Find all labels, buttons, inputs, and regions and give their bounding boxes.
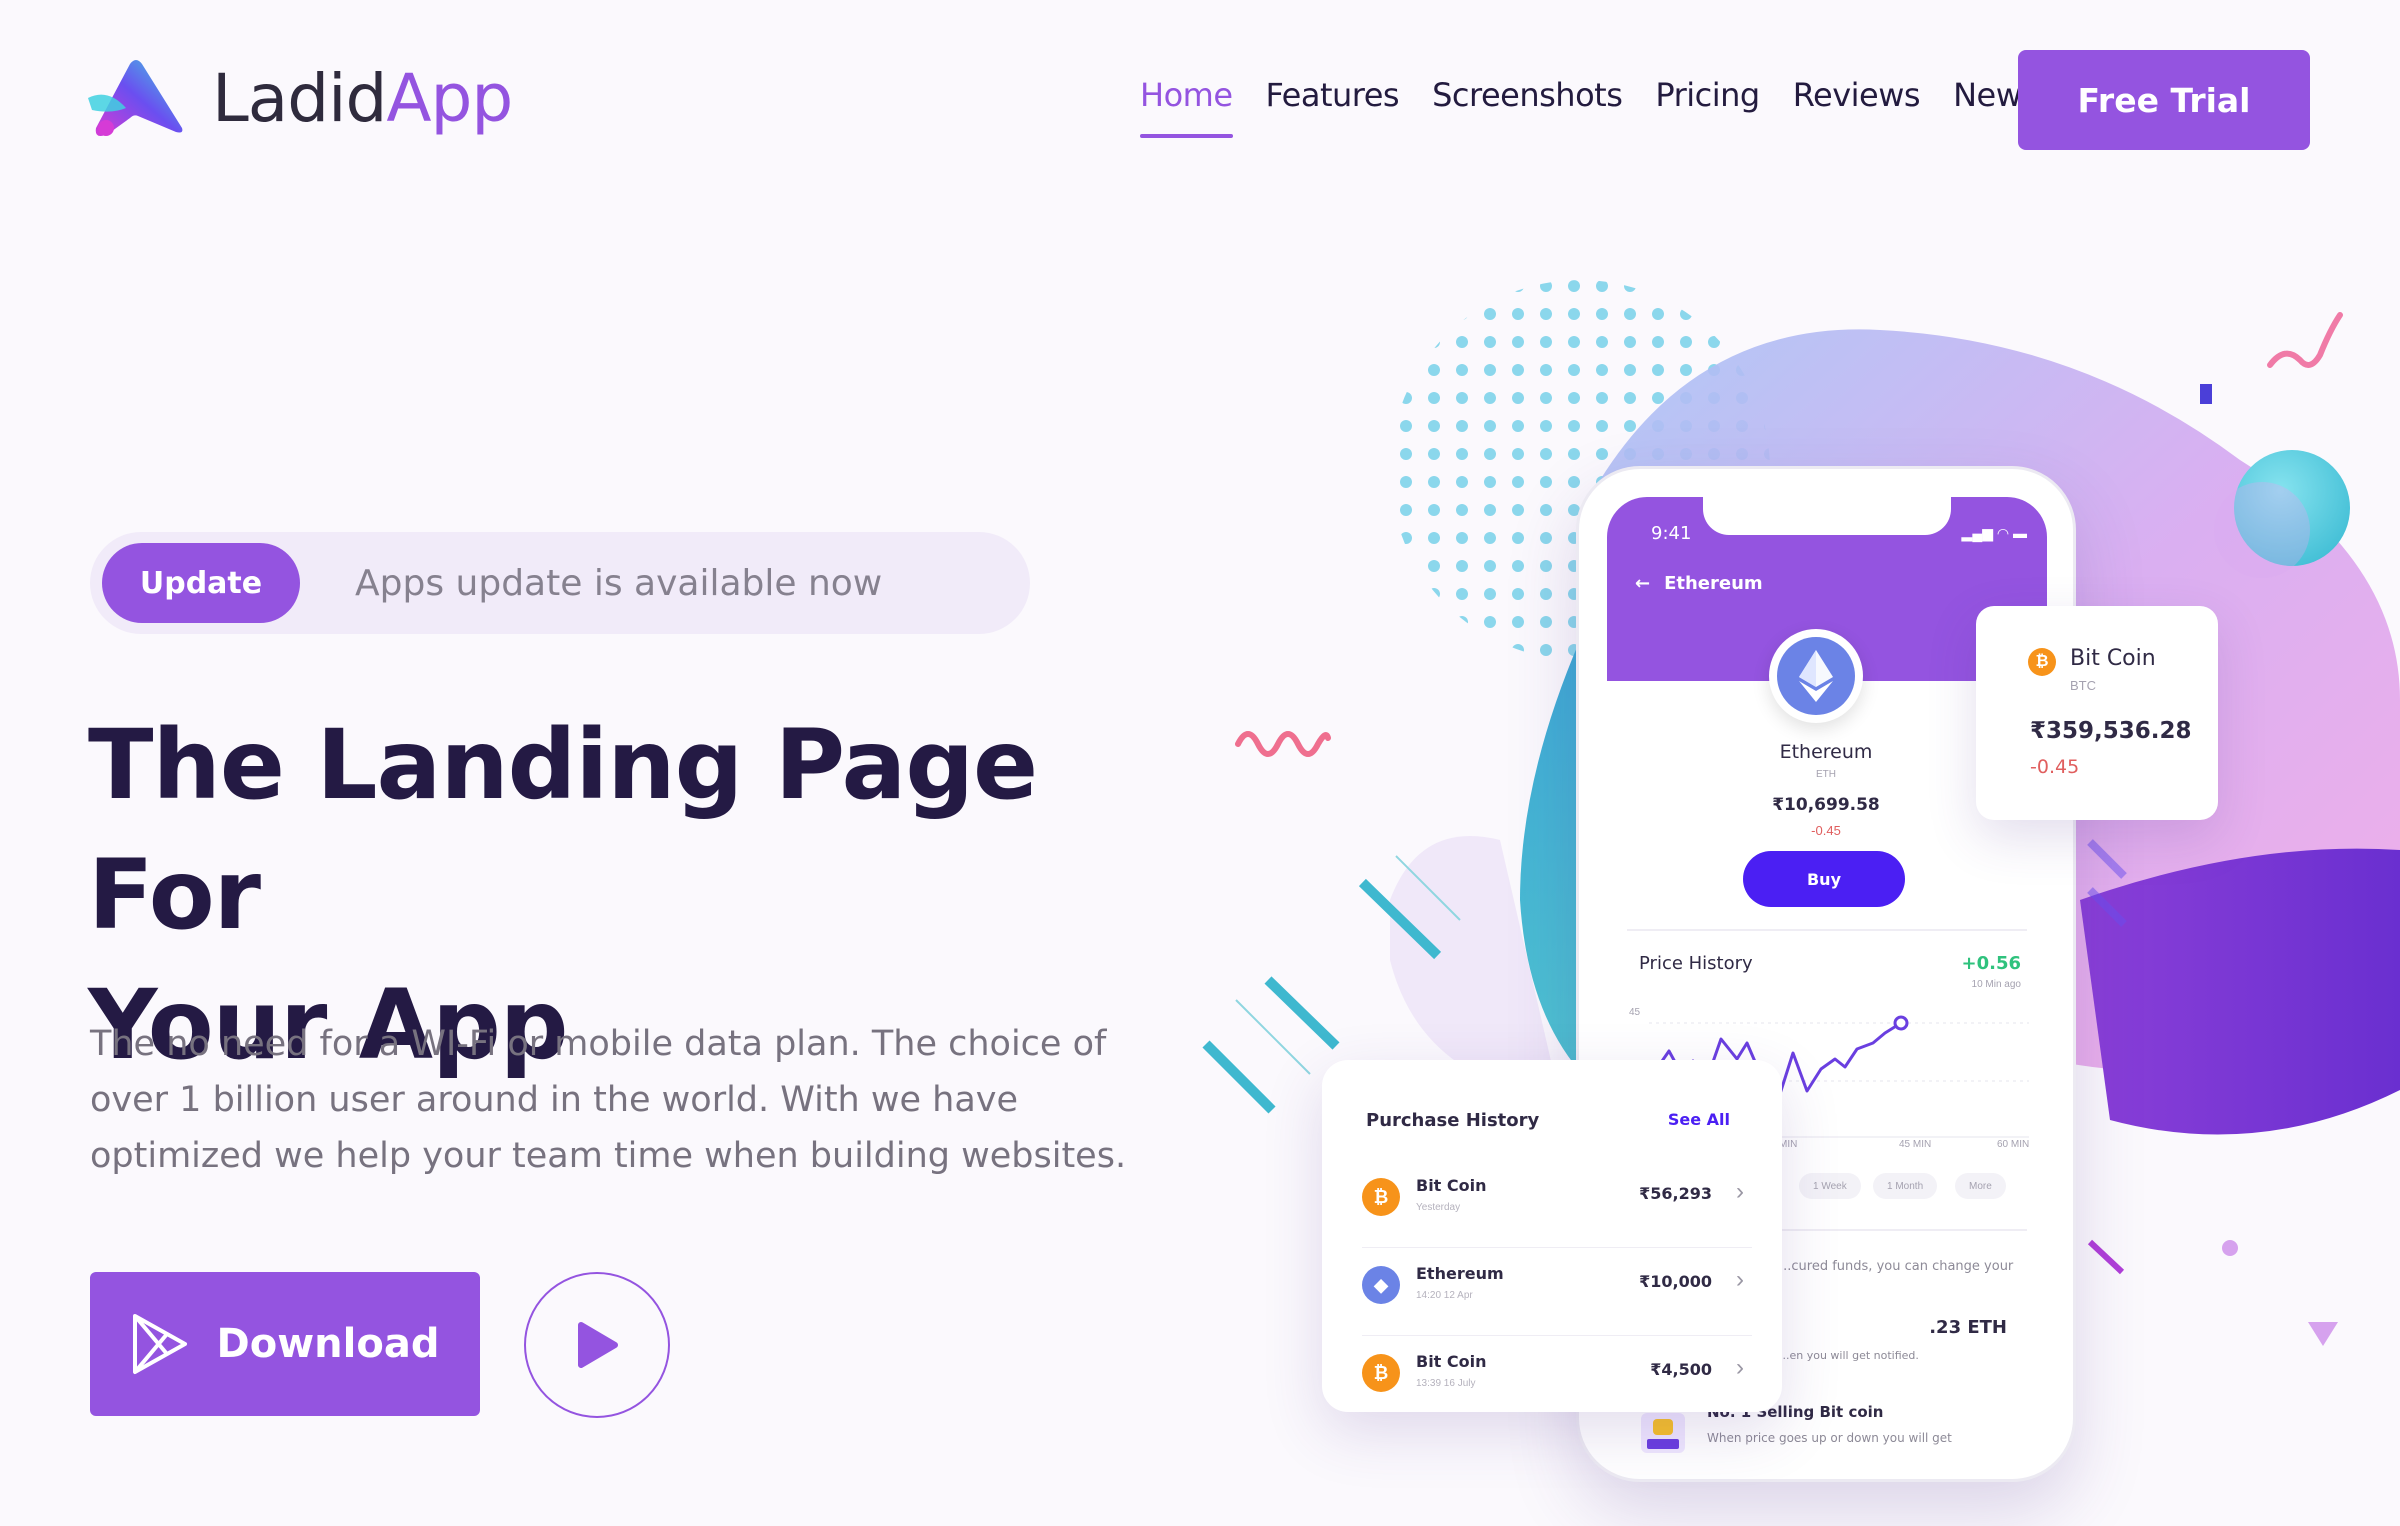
range-chip[interactable]: 1 Week	[1799, 1173, 1861, 1199]
bitcoin-price: ₹359,536.28	[2030, 718, 2192, 744]
nav-item-reviews[interactable]: Reviews	[1793, 76, 1921, 114]
range-chip[interactable]: More	[1955, 1173, 2006, 1199]
arrow-left-icon: ←	[1635, 573, 1651, 594]
phone-note: ...cured funds, you can change your	[1779, 1259, 2014, 1274]
phone-time: 9:41	[1651, 523, 1692, 544]
purchase-history-card: Purchase History See All ₿ Bit Coin Yest…	[1322, 1060, 1782, 1412]
list-item-date: Yesterday	[1416, 1202, 1461, 1213]
phone-note: ...en you will get notified.	[1779, 1349, 1919, 1362]
bitcoin-change: -0.45	[2030, 756, 2080, 778]
buy-button[interactable]: Buy	[1743, 851, 1905, 907]
chevron-right-icon: ›	[1736, 1178, 1744, 1205]
brand-name: LadidApp	[212, 59, 513, 137]
see-all-link[interactable]: See All	[1668, 1110, 1730, 1129]
bitcoin-name: Bit Coin	[2070, 646, 2156, 671]
list-item[interactable]: ₿ Bit Coin 13:39 16 July ₹4,500 ›	[1362, 1336, 1752, 1424]
nav-item-features[interactable]: Features	[1266, 76, 1400, 114]
signal-icon: ▂▄▆ ◠ ▬	[1961, 525, 2027, 541]
phone-notch	[1703, 497, 1951, 535]
nav-item-pricing[interactable]: Pricing	[1655, 76, 1760, 114]
teal-stroke-2	[1264, 976, 1340, 1050]
price-history-value: +0.56	[1961, 953, 2022, 974]
phone-back-label: Ethereum	[1664, 573, 1763, 594]
squiggle-pink	[2267, 312, 2343, 368]
play-icon	[578, 1322, 618, 1368]
hero-title-line1: The Landing Page For	[88, 709, 1038, 951]
bitcoin-card[interactable]: ₿ Bit Coin BTC ₹359,536.28 -0.45	[1976, 606, 2218, 820]
range-chip[interactable]: 1 Month	[1873, 1173, 1938, 1199]
nav-item-screenshots[interactable]: Screenshots	[1432, 76, 1623, 114]
download-button[interactable]: Download	[90, 1272, 480, 1416]
list-item-amount: ₹10,000	[1639, 1272, 1712, 1291]
selling-desc: When price goes up or down you will get	[1707, 1431, 1952, 1445]
purchase-history-title: Purchase History	[1366, 1110, 1540, 1131]
bitcoin-icon: ₿	[1362, 1354, 1400, 1392]
main-nav: Home Features Screenshots Pricing Review…	[1140, 76, 2038, 138]
list-item-name: Bit Coin	[1416, 1176, 1487, 1195]
list-item[interactable]: ◆ Ethereum 14:20 12 Apr ₹10,000 ›	[1362, 1248, 1752, 1336]
bitcoin-symbol: BTC	[2070, 678, 2096, 693]
bitcoin-icon: ₿	[1362, 1178, 1400, 1216]
list-item-date: 14:20 12 Apr	[1416, 1290, 1473, 1301]
phone-back-link[interactable]: ← Ethereum	[1635, 573, 1763, 594]
price-point	[1893, 1015, 1909, 1031]
price-history-title: Price History	[1639, 953, 1753, 974]
bitcoin-icon: ₿	[2028, 648, 2056, 676]
chart-x-tick: 60 MIN	[1997, 1139, 2030, 1150]
download-label: Download	[216, 1321, 440, 1367]
blob-purple	[2080, 848, 2400, 1135]
ethereum-icon: ◆	[1362, 1266, 1400, 1304]
ethereum-icon	[1799, 650, 1833, 702]
wave-pink	[1235, 731, 1331, 757]
tiny-square	[2200, 384, 2212, 404]
free-trial-button[interactable]: Free Trial	[2018, 50, 2310, 150]
chevron-right-icon: ›	[1736, 1266, 1744, 1293]
list-item-amount: ₹4,500	[1650, 1360, 1712, 1379]
divider	[1627, 929, 2027, 931]
update-banner[interactable]: Update Apps update is available now	[90, 532, 1030, 634]
play-store-icon	[132, 1314, 187, 1374]
ethereum-coin	[1769, 629, 1863, 723]
chevron-right-icon: ›	[1736, 1354, 1744, 1381]
ladidapp-logo-icon	[88, 60, 183, 136]
price-history-ago: 10 Min ago	[1971, 979, 2021, 990]
update-badge: Update	[102, 543, 300, 623]
brand-logo[interactable]: LadidApp	[88, 58, 513, 138]
hero-description: The no need for a WI-Fi or mobile data p…	[90, 1024, 1127, 1176]
teal-stroke-3	[1202, 1040, 1276, 1114]
nav-item-home[interactable]: Home	[1140, 76, 1233, 138]
video-play-button[interactable]	[524, 1272, 670, 1418]
phone-coin-change: -0.45	[1811, 823, 1841, 838]
list-item-name: Bit Coin	[1416, 1352, 1487, 1371]
chart-x-tick: 45 MIN	[1899, 1139, 1932, 1150]
list-item-date: 13:39 16 July	[1416, 1378, 1476, 1389]
list-item-amount: ₹56,293	[1639, 1184, 1712, 1203]
list-item-name: Ethereum	[1416, 1264, 1504, 1283]
phone-eth-amount: .23 ETH	[1929, 1317, 2007, 1338]
update-banner-text: Apps update is available now	[355, 562, 883, 604]
list-item[interactable]: ₿ Bit Coin Yesterday ₹56,293 ›	[1362, 1160, 1752, 1248]
